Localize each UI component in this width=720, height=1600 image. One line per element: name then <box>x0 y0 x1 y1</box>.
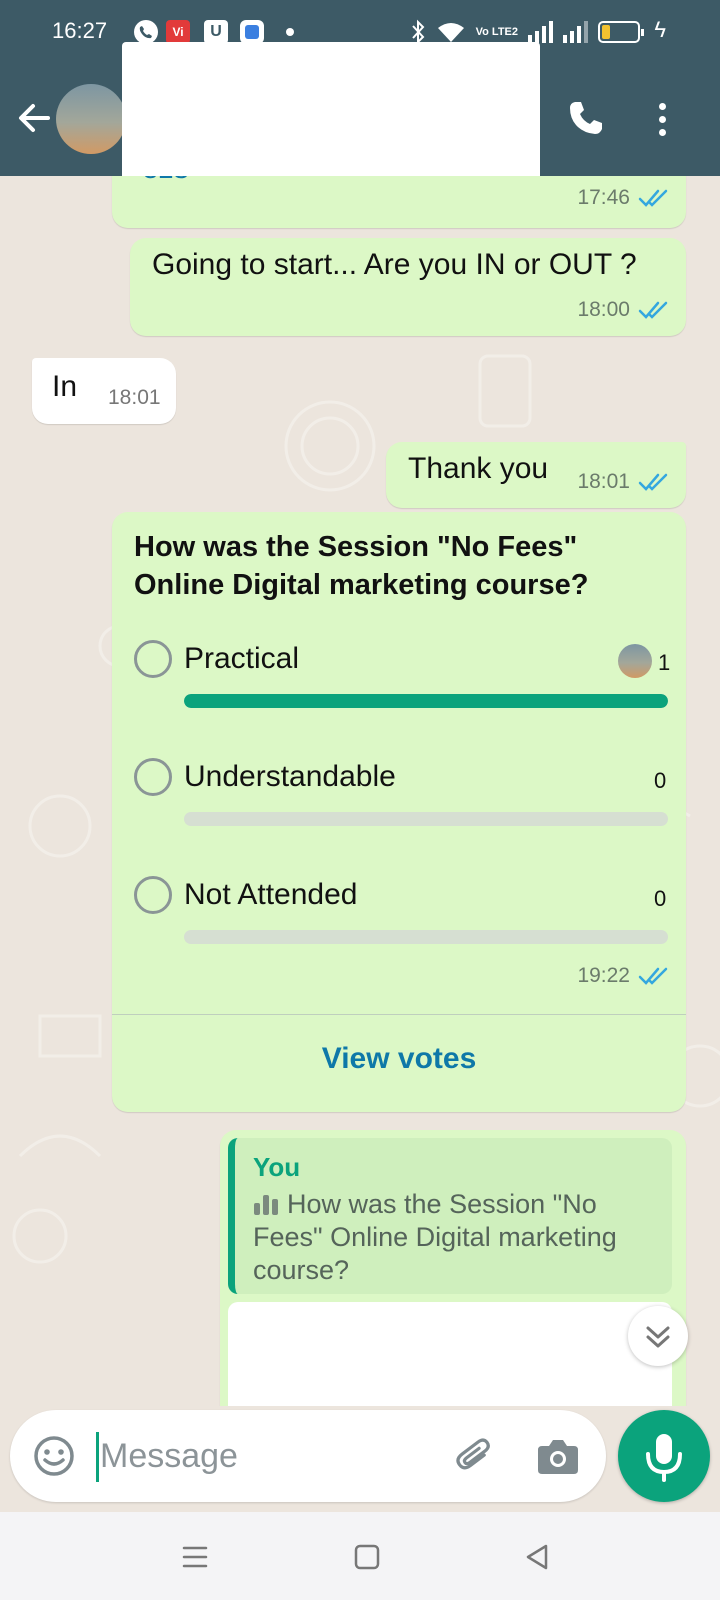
poll-message[interactable]: How was the Session "No Fees" Online Dig… <box>112 512 686 1112</box>
arrow-left-icon <box>19 104 50 132</box>
poll-option-count: 0 <box>654 886 667 911</box>
attach-button[interactable] <box>454 1434 498 1478</box>
poll-option-count: 0 <box>654 768 667 793</box>
message-text: Thank you <box>408 452 549 485</box>
square-icon <box>354 1544 380 1570</box>
system-nav-bar <box>0 1512 720 1600</box>
voice-message-button[interactable] <box>618 1410 710 1502</box>
status-time: 16:27 <box>52 18 108 43</box>
voice-call-button[interactable] <box>566 98 606 138</box>
quoted-message[interactable]: You How was the Session "No Fees" Online… <box>228 1138 672 1294</box>
read-ticks-icon <box>638 967 668 985</box>
reply-message[interactable]: You How was the Session "No Fees" Online… <box>220 1130 686 1406</box>
scroll-to-bottom-button[interactable] <box>628 1306 688 1366</box>
app-icon <box>240 20 264 44</box>
notification-dot-icon <box>286 28 294 36</box>
message-meta: 17:46 <box>577 186 670 210</box>
message-meta: 18:01 <box>108 386 161 410</box>
redacted-contact-name[interactable] <box>122 42 540 184</box>
battery-icon <box>598 21 644 43</box>
quoted-sender: You <box>253 1152 301 1182</box>
text-caret <box>96 1432 99 1482</box>
message-time: 18:01 <box>577 470 630 493</box>
poll-divider <box>112 1014 686 1015</box>
reply-media-preview[interactable] <box>228 1302 672 1406</box>
poll-option-radio[interactable] <box>134 640 172 678</box>
signal-icon <box>528 21 553 43</box>
quoted-text: How was the Session "No Fees" Online Dig… <box>253 1189 617 1285</box>
poll-option-fill <box>184 694 668 708</box>
menu-lines-icon <box>182 1546 208 1568</box>
message-bubble-out[interactable]: Thank you 18:01 <box>386 442 686 508</box>
message-time: 18:01 <box>108 386 161 409</box>
volte-label: Vo LTE2 <box>475 25 518 38</box>
message-bubble-in[interactable]: In 18:01 <box>32 358 176 424</box>
message-meta: 18:00 <box>577 298 670 322</box>
poll-question: How was the Session "No Fees" Online Dig… <box>134 531 589 601</box>
paperclip-icon <box>456 1438 490 1470</box>
emoji-button[interactable] <box>32 1434 76 1478</box>
read-ticks-icon <box>638 189 668 207</box>
emoji-icon <box>34 1436 74 1476</box>
triangle-back-icon <box>526 1544 548 1570</box>
poll-icon <box>254 1195 278 1215</box>
camera-button[interactable] <box>536 1436 580 1476</box>
poll-option-label: Understandable <box>184 760 396 793</box>
camera-icon <box>538 1440 578 1474</box>
message-list[interactable]: -ezs 17:46 Going to start... Are you IN … <box>0 176 720 1406</box>
message-meta: 19:22 <box>577 964 670 988</box>
chat-header: 16:27 Vi U Vo LTE2 ϟ <box>0 0 720 184</box>
vi-icon: Vi <box>166 20 190 44</box>
message-time: 18:00 <box>577 298 630 321</box>
view-votes-button[interactable]: View votes <box>112 1042 686 1076</box>
message-time: 17:46 <box>577 186 630 209</box>
message-text: -ezs <box>132 176 189 186</box>
poll-option-count: 1 <box>658 650 671 675</box>
recent-apps-button[interactable] <box>180 1542 210 1572</box>
message-text: Going to start... Are you IN or OUT ? <box>152 248 637 281</box>
poll-option-radio[interactable] <box>134 876 172 914</box>
message-bubble-out[interactable]: -ezs 17:46 <box>112 176 686 228</box>
message-bubble-out[interactable]: Going to start... Are you IN or OUT ? 18… <box>130 238 686 336</box>
signal-2-icon <box>563 21 588 43</box>
poll-option-bar <box>184 930 668 944</box>
back-button[interactable] <box>14 98 54 138</box>
message-time: 19:22 <box>577 964 630 987</box>
wifi-icon <box>437 23 464 42</box>
home-button[interactable] <box>352 1542 382 1572</box>
message-input[interactable] <box>100 1430 430 1482</box>
read-ticks-icon <box>638 301 668 319</box>
voter-avatar <box>618 644 652 678</box>
double-chevron-down-icon <box>646 1326 670 1348</box>
microphone-icon <box>646 1434 682 1482</box>
poll-option-bar <box>184 812 668 826</box>
message-composer <box>10 1410 606 1502</box>
poll-option-radio[interactable] <box>134 758 172 796</box>
quoted-text-row: How was the Session "No Fees" Online Dig… <box>253 1188 663 1287</box>
charging-icon: ϟ <box>654 17 666 42</box>
phone-icon <box>570 102 602 134</box>
poll-option-bar <box>184 694 668 708</box>
back-nav-button[interactable] <box>522 1542 552 1572</box>
call-icon <box>134 20 158 44</box>
message-text: In <box>52 370 78 403</box>
read-ticks-icon <box>638 473 668 491</box>
poll-option-label: Practical <box>184 642 300 675</box>
contact-avatar[interactable] <box>56 84 126 154</box>
poll-option-label: Not Attended <box>184 878 358 911</box>
u-icon: U <box>204 20 228 44</box>
more-vert-icon[interactable] <box>654 100 670 140</box>
message-meta: 18:01 <box>577 470 670 494</box>
